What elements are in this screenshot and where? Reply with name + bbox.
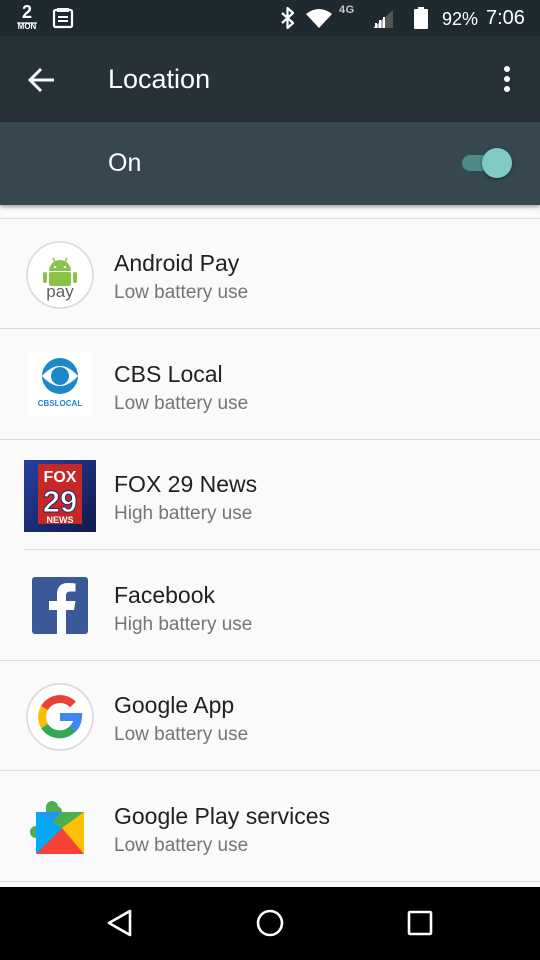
row-divider [0,770,540,771]
app-battery-usage: Low battery use [114,724,249,745]
more-vert-icon[interactable] [494,62,520,96]
row-divider [0,881,540,882]
signal-icon [373,10,393,28]
notes-icon [52,8,74,29]
cbs-local-icon-text: CBSLOCAL [38,399,83,408]
nav-recents-icon[interactable] [404,907,436,939]
battery-icon [414,7,428,29]
row-divider [24,549,540,550]
google-app-icon [26,683,94,751]
wifi-icon [306,9,332,28]
page-title: Location [108,64,211,94]
app-battery-usage: Low battery use [114,835,249,856]
network-type-label: 4G [339,4,355,16]
app-name: FOX 29 News [114,471,258,497]
list-item-android-pay[interactable]: pay Android Pay Low battery use [0,219,540,329]
facebook-icon [32,577,88,634]
location-toggle[interactable] [462,148,512,178]
app-name: Facebook [114,582,216,608]
battery-percent: 92% [442,9,479,29]
android-pay-icon-text: pay [46,282,74,301]
app-bar: Location [0,36,540,122]
nav-home-icon[interactable] [254,907,286,939]
row-divider [0,328,540,329]
toggle-thumb [482,148,512,178]
app-battery-usage: Low battery use [114,393,249,414]
app-battery-usage: High battery use [114,614,253,635]
fox-news-icon-text: NEWS [47,515,74,525]
android-pay-icon: pay [26,241,94,309]
app-name: Android Pay [114,250,240,276]
switch-label: On [108,149,142,177]
location-master-switch-bar[interactable]: On [0,122,540,205]
fox-29-icon-text: 29 [43,484,77,519]
calendar-dow: MON [17,22,37,31]
list-item-cbs-local[interactable]: CBSLOCAL CBS Local Low battery use [0,330,540,440]
google-play-services-icon [30,801,84,854]
app-battery-usage: Low battery use [114,282,249,303]
nav-back-icon[interactable] [104,907,136,939]
app-name: CBS Local [114,361,223,387]
cbs-local-icon: CBSLOCAL [28,352,92,416]
calendar-day: 2 [21,2,32,22]
arrow-back-icon[interactable] [26,64,58,96]
app-battery-usage: High battery use [114,503,253,524]
fox-29-news-icon: FOX 29 NEWS [24,460,96,532]
app-name: Google App [114,692,235,718]
list-item-facebook[interactable]: Facebook High battery use [0,551,540,661]
navigation-bar [0,887,540,960]
status-bar: 2 MON 4G 92% 7:06 [0,0,540,36]
app-name: Google Play services [114,803,331,829]
list-item-google-app[interactable]: Google App Low battery use [0,661,540,771]
clock: 7:06 [486,7,525,29]
calendar-icon: 2 MON [14,2,40,32]
location-settings-screen: 2 MON 4G 92% 7:06 Location On pay Androi… [0,0,540,960]
list-item-fox-29-news[interactable]: FOX 29 NEWS FOX 29 News High battery use [0,440,540,550]
bluetooth-icon [281,7,295,29]
list-item-google-play-services[interactable]: Google Play services Low battery use [0,772,540,882]
